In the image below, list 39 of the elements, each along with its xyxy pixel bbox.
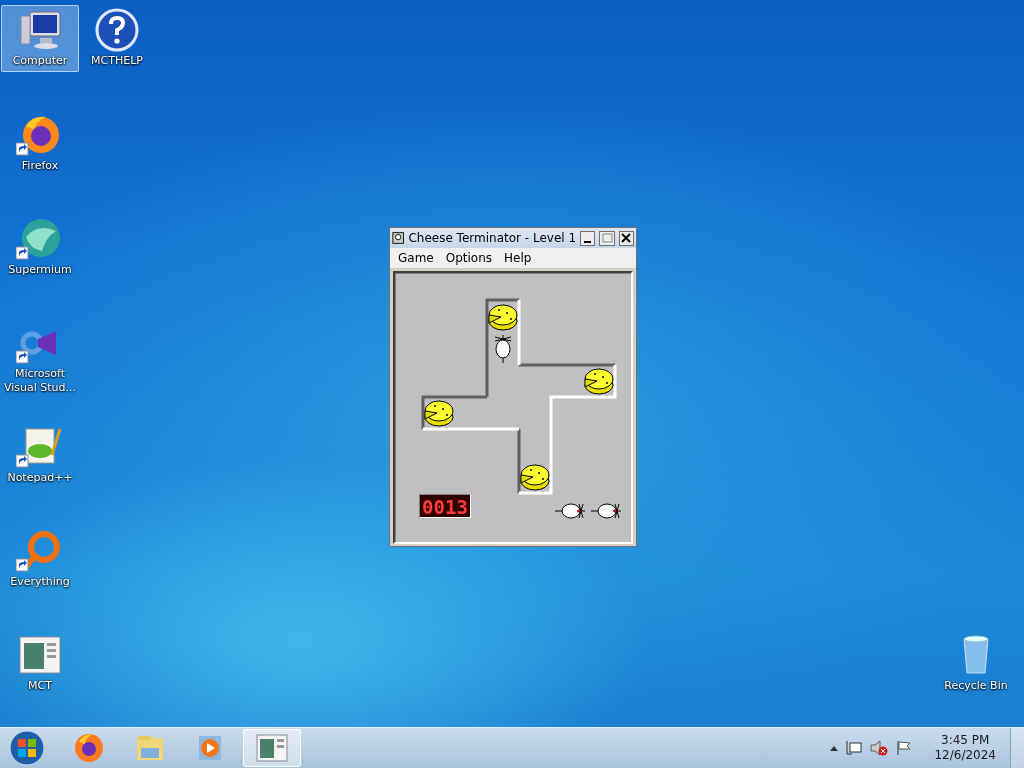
icon-label[interactable]: MCTHELP [78,54,156,68]
flag-icon[interactable] [896,740,913,756]
caret-icon[interactable] [830,745,839,751]
menu-item[interactable]: Help [498,249,538,267]
cheese-icon [584,368,614,395]
app-window-icon [16,633,64,677]
maximize-button[interactable] [599,230,615,246]
mouse-icon [494,334,512,364]
close-icon [621,233,632,243]
minimize-icon [584,240,592,243]
app-icon [392,231,405,245]
mouse-icon [590,503,622,519]
icon-label[interactable]: MCT [1,679,79,693]
icon-label[interactable]: Notepad++ [1,471,79,485]
maximize-icon [601,233,613,243]
icon-label[interactable]: Supermium [1,263,79,277]
cheese-icon [520,464,550,491]
close-button[interactable] [618,230,634,246]
network-icon[interactable] [846,740,863,756]
notepad-icon [16,425,64,469]
clock-time[interactable]: 3:45 PM [941,733,990,748]
app-window-icon [256,734,288,762]
icon-label[interactable]: Everything [1,575,79,589]
muted-speaker-icon[interactable] [870,740,889,756]
icon-label[interactable]: Microsoft Visual Stud... [1,367,79,395]
menu-item[interactable]: Game [392,249,440,267]
cheese-icon [488,304,518,331]
mouse-icon [554,503,586,519]
clock-date[interactable]: 12/6/2024 [934,748,996,763]
firefox-icon [73,732,105,764]
taskbar-button[interactable] [243,729,301,767]
icon-label[interactable]: Firefox [1,159,79,173]
window-title: Cheese Terminator - Level 1 [408,231,577,245]
help-icon [93,8,141,52]
cheese-icon [424,400,454,427]
icon-label[interactable]: Recycle Bin [937,679,1015,693]
score-counter: 0013 [419,494,471,518]
menu-item[interactable]: Options [439,249,499,267]
minimize-button[interactable] [580,230,596,246]
